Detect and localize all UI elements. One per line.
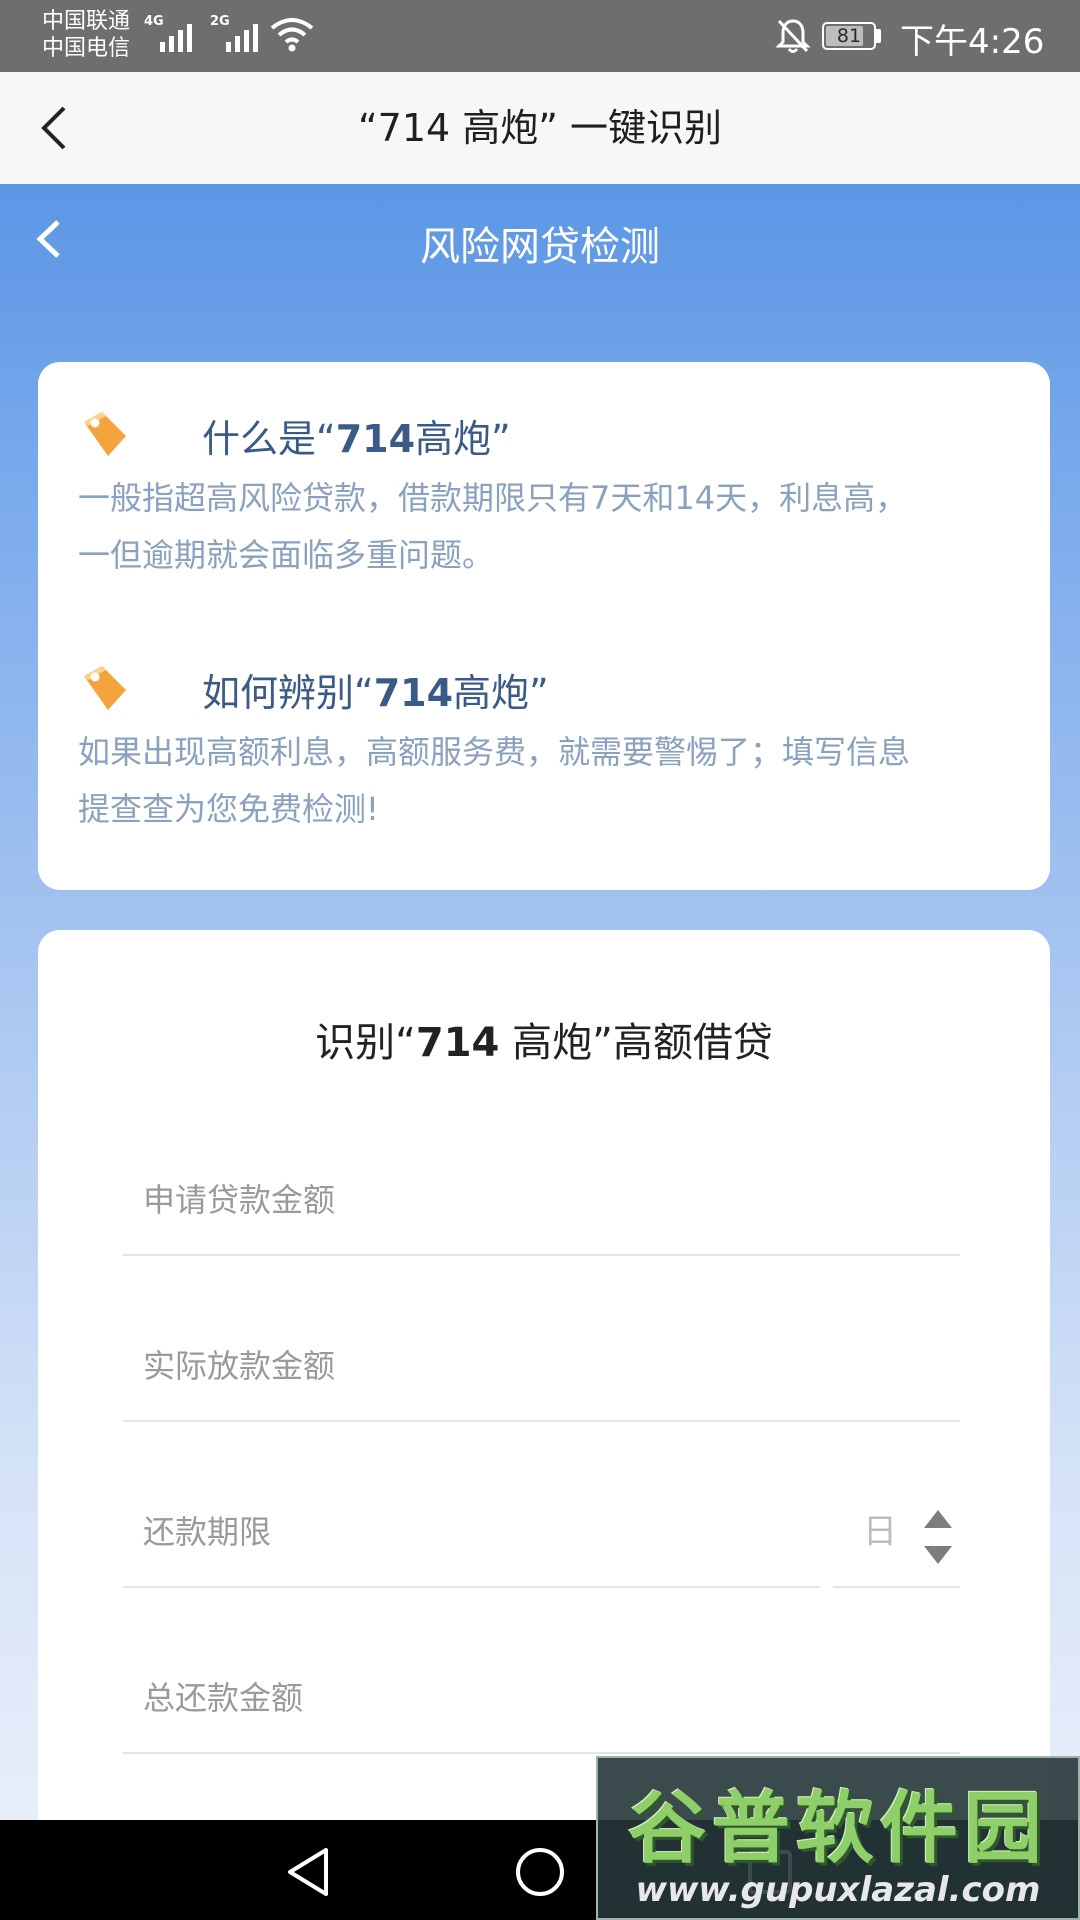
web-content: 风险网贷检测 什么是“714高炮” 一般指超高风险贷款，借款期限只有7天和14天… (0, 184, 1080, 1820)
form-title: 识别“714 高炮”高额借贷 (38, 1010, 1050, 1068)
home-circle-icon[interactable] (510, 1842, 570, 1902)
app-title: “714 高炮” 一键识别 (357, 106, 723, 150)
signal-icon-2 (226, 18, 258, 52)
info-card: 什么是“714高炮” 一般指超高风险贷款，借款期限只有7天和14天，利息高， 一… (38, 362, 1050, 890)
form-title-prefix: 识别“ (315, 1020, 416, 1066)
info-text: 如果出现高额利息，高额服务费，就需要警惕了；填写信息 提查查为您免费检测! (78, 724, 1018, 838)
heading-suffix: 高炮” (415, 417, 511, 461)
back-button[interactable] (30, 98, 90, 158)
form-title-bold: 714 (415, 1020, 500, 1066)
disbursed-amount-input[interactable] (123, 1314, 960, 1418)
back-triangle-icon[interactable] (280, 1842, 340, 1902)
info-heading: 如何辨别“714高炮” (202, 662, 549, 717)
term-unit-label: 日 (863, 1512, 897, 1552)
battery-tip (876, 29, 881, 43)
loan-check-form: 识别“714 高炮”高额借贷 日 (38, 930, 1050, 1820)
wifi-icon (270, 18, 314, 52)
heading-prefix: 如何辨别“ (202, 671, 374, 715)
repay-term-field (123, 1480, 820, 1588)
info-text: 一般指超高风险贷款，借款期限只有7天和14天，利息高， 一但逾期就会面临多重问题… (78, 470, 1018, 584)
status-time: 下午4:26 (900, 22, 1045, 62)
apply-amount-field (123, 1148, 960, 1256)
battery-icon: 81 (822, 22, 876, 50)
info-text-line: 提查查为您免费检测! (78, 790, 379, 828)
bell-off-icon (775, 19, 811, 53)
disbursed-amount-field (123, 1314, 960, 1422)
heading-bold: 714 (335, 417, 416, 461)
app-bar: “714 高炮” 一键识别 (0, 72, 1080, 184)
carrier-2: 中国电信 (42, 36, 131, 61)
info-text-line: 一但逾期就会面临多重问题。 (78, 536, 495, 574)
watermark-brand: 谷普软件园 (627, 1784, 1048, 1874)
chevron-left-icon (41, 106, 66, 150)
repay-term-input[interactable] (123, 1480, 820, 1584)
apply-amount-input[interactable] (123, 1148, 960, 1252)
heading-prefix: 什么是“ (202, 417, 336, 461)
signal-icon (160, 18, 192, 52)
carrier-info: 中国联通 中国电信 (42, 8, 130, 62)
heading-bold: 714 (373, 671, 454, 715)
term-unit-select[interactable]: 日 (833, 1480, 960, 1588)
carrier-1: 中国联通 (42, 9, 131, 34)
watermark-url: www.gupuxlazal.com (635, 1870, 1041, 1910)
heading-suffix: 高炮” (453, 671, 549, 715)
total-repay-field (123, 1646, 960, 1754)
info-heading: 什么是“714高炮” (202, 408, 511, 463)
status-bar: 中国联通 中国电信 4G 2G 81 下午4:26 (0, 0, 1080, 72)
page-title: 风险网贷检测 (420, 224, 660, 270)
form-title-suffix: 高炮”高额借贷 (499, 1020, 773, 1066)
site-watermark: 谷普软件园 www.gupuxlazal.com (596, 1756, 1080, 1920)
tag-icon (84, 412, 126, 456)
tag-icon (84, 666, 126, 710)
total-repay-input[interactable] (123, 1646, 960, 1750)
stepper-arrows-icon[interactable] (921, 1508, 955, 1568)
battery-level: 81 (836, 25, 862, 47)
info-text-line: 一般指超高风险贷款，借款期限只有7天和14天，利息高， (78, 479, 908, 517)
info-text-line: 如果出现高额利息，高额服务费，就需要警惕了；填写信息 (78, 733, 911, 771)
